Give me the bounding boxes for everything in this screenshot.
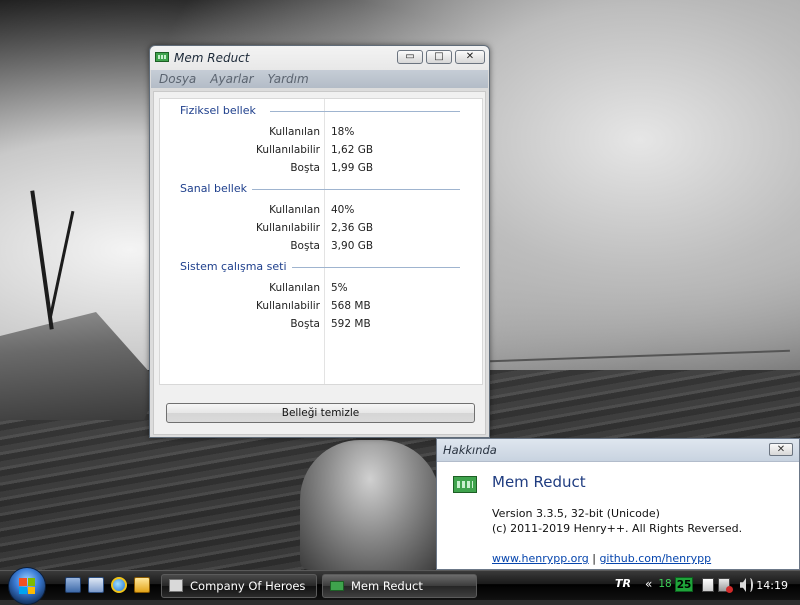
row-value: 2,36 GB bbox=[331, 222, 374, 234]
taskbar: Company Of Heroes Mem Reduct TR « 18 25 … bbox=[0, 567, 800, 605]
tray-counter[interactable]: 18 bbox=[657, 577, 673, 592]
window-title: Mem Reduct bbox=[174, 51, 250, 65]
about-close-button[interactable]: ✕ bbox=[769, 443, 793, 456]
close-icon: ✕ bbox=[776, 444, 786, 455]
row-label: Kullanılan bbox=[269, 282, 320, 294]
safely-remove-hardware-icon[interactable] bbox=[702, 578, 714, 592]
group-title-working-set: Sistem çalışma seti bbox=[180, 260, 287, 273]
network-error-icon bbox=[726, 586, 733, 593]
about-links: www.henrypp.org | github.com/henrypp bbox=[492, 552, 711, 565]
task-mem-reduct[interactable]: Mem Reduct bbox=[322, 574, 477, 598]
task-label: Company Of Heroes bbox=[190, 579, 306, 593]
mem-reduct-window: Mem Reduct ▭ □ ✕ Dosya Ayarlar Yardım Fi… bbox=[149, 45, 490, 438]
row-value: 592 MB bbox=[331, 318, 371, 330]
memory-chip-icon bbox=[453, 476, 477, 493]
row-label: Kullanılan bbox=[269, 126, 320, 138]
group-divider bbox=[270, 111, 460, 112]
about-app-name: Mem Reduct bbox=[492, 473, 586, 491]
maximize-button[interactable]: □ bbox=[426, 50, 452, 64]
row-value: 3,90 GB bbox=[331, 240, 374, 252]
group-divider bbox=[292, 267, 460, 268]
column-divider bbox=[324, 99, 325, 384]
start-button[interactable] bbox=[8, 567, 46, 605]
about-title: Hakkında bbox=[443, 443, 497, 457]
clean-memory-button[interactable]: Belleği temizle bbox=[166, 403, 475, 423]
row-value: 1,62 GB bbox=[331, 144, 374, 156]
close-icon: ✕ bbox=[465, 51, 475, 62]
wallpaper-submarine bbox=[300, 440, 440, 570]
show-hidden-icons-button[interactable]: « bbox=[645, 577, 652, 591]
row-label: Kullanılabilir bbox=[256, 222, 320, 234]
windows-logo-icon bbox=[19, 578, 35, 594]
memory-info-panel: Fiziksel bellek Kullanılan 18% Kullanıla… bbox=[159, 98, 483, 385]
memory-chip-icon bbox=[155, 52, 169, 62]
coh-icon bbox=[169, 579, 183, 592]
clock[interactable]: 14:19 bbox=[756, 579, 788, 592]
minimize-button[interactable]: ▭ bbox=[397, 50, 423, 64]
about-popup: Hakkında ✕ Mem Reduct Version 3.3.5, 32-… bbox=[436, 438, 800, 570]
menu-help[interactable]: Yardım bbox=[268, 72, 309, 86]
media-player-icon[interactable] bbox=[134, 577, 150, 593]
wallpaper-ship bbox=[0, 312, 160, 420]
close-button[interactable]: ✕ bbox=[455, 50, 485, 64]
row-value: 40% bbox=[331, 204, 355, 216]
wallpaper-mast bbox=[48, 210, 75, 320]
volume-icon[interactable] bbox=[740, 578, 746, 592]
row-label: Boşta bbox=[290, 162, 320, 174]
show-desktop-icon[interactable] bbox=[65, 577, 81, 593]
row-label: Kullanılabilir bbox=[256, 144, 320, 156]
about-copyright: (c) 2011-2019 Henry++. All Rights Revers… bbox=[492, 522, 743, 535]
task-label: Mem Reduct bbox=[351, 579, 423, 593]
about-header: Hakkında ✕ bbox=[437, 439, 799, 462]
link-separator: | bbox=[592, 552, 596, 565]
internet-explorer-icon[interactable] bbox=[111, 577, 127, 593]
row-label: Boşta bbox=[290, 240, 320, 252]
row-label: Kullanılan bbox=[269, 204, 320, 216]
row-value: 5% bbox=[331, 282, 348, 294]
group-title-physical: Fiziksel bellek bbox=[180, 104, 256, 117]
row-value: 18% bbox=[331, 126, 355, 138]
volume-waves-icon bbox=[747, 578, 753, 592]
caption-buttons: ▭ □ ✕ bbox=[397, 50, 485, 64]
github-link[interactable]: github.com/henrypp bbox=[599, 552, 711, 565]
row-value: 1,99 GB bbox=[331, 162, 374, 174]
about-version: Version 3.3.5, 32-bit (Unicode) bbox=[492, 507, 660, 520]
maximize-icon: □ bbox=[434, 51, 444, 62]
group-divider bbox=[252, 189, 460, 190]
menu-file[interactable]: Dosya bbox=[159, 72, 196, 86]
minimize-icon: ▭ bbox=[405, 51, 415, 62]
task-company-of-heroes[interactable]: Company Of Heroes bbox=[161, 574, 317, 598]
language-indicator[interactable]: TR bbox=[615, 577, 631, 590]
row-value: 568 MB bbox=[331, 300, 371, 312]
row-label: Kullanılabilir bbox=[256, 300, 320, 312]
switch-windows-icon[interactable] bbox=[88, 577, 104, 593]
wallpaper-rope bbox=[490, 349, 790, 363]
tray-memory-usage-icon[interactable]: 25 bbox=[675, 577, 693, 592]
title-bar[interactable]: Mem Reduct ▭ □ ✕ bbox=[150, 46, 489, 70]
website-link[interactable]: www.henrypp.org bbox=[492, 552, 589, 565]
system-tray: TR « 18 25 14:19 bbox=[605, 571, 800, 601]
menu-bar: Dosya Ayarlar Yardım bbox=[151, 70, 488, 88]
group-title-virtual: Sanal bellek bbox=[180, 182, 247, 195]
memreduct-icon bbox=[330, 581, 344, 591]
window-client-area: Fiziksel bellek Kullanılan 18% Kullanıla… bbox=[153, 91, 486, 435]
row-label: Boşta bbox=[290, 318, 320, 330]
menu-settings[interactable]: Ayarlar bbox=[210, 72, 253, 86]
